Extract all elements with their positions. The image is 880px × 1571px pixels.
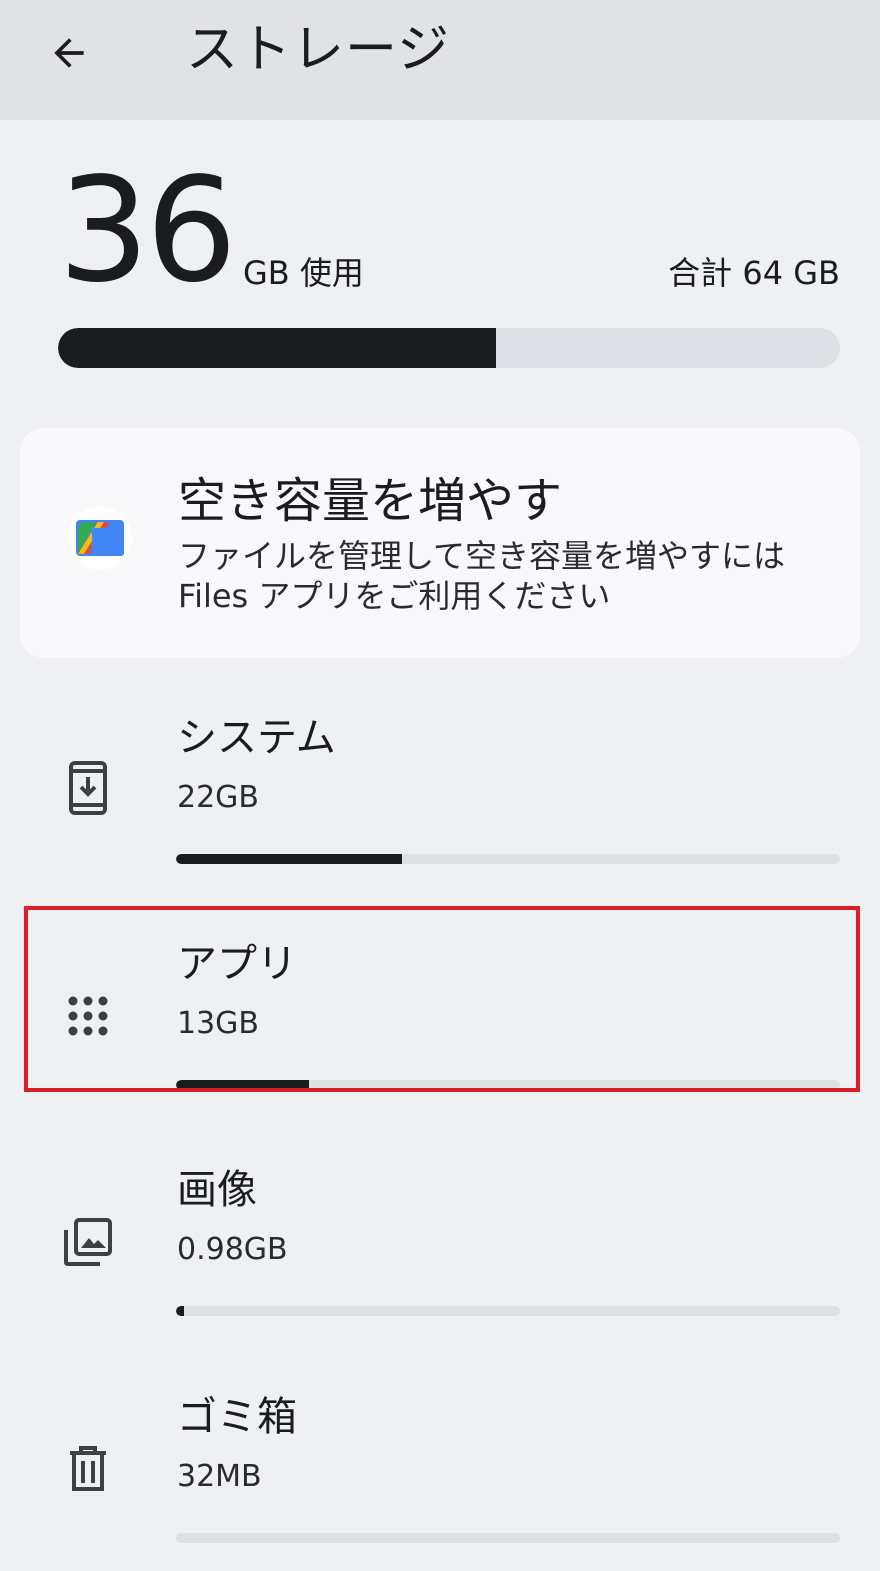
highlight-box [24,906,860,1092]
free-up-space-title: 空き容量を増やす [178,473,563,529]
storage-item-size: 32MB [177,1459,262,1494]
storage-usage-bar-fill [58,328,496,368]
arrow-left-icon [54,38,84,68]
photo-library-icon [60,1214,116,1270]
total-storage: 合計 64 GB [668,254,840,292]
storage-item-bar-fill [176,1306,184,1316]
storage-item-images[interactable]: 画像 0.98GB [0,1164,880,1344]
storage-item-label: ゴミ箱 [177,1394,297,1440]
used-storage-unit: GB 使用 [243,254,364,292]
back-button[interactable] [40,24,98,82]
system-update-icon [60,760,116,816]
free-up-space-description: ファイルを管理して空き容量を増やすには Files アプリをご利用ください [178,537,786,615]
files-app-icon [68,506,132,570]
storage-item-system[interactable]: システム 22GB [0,712,880,892]
storage-item-label: 画像 [177,1167,257,1213]
used-storage-value: 36 [58,146,237,314]
app-bar: ストレージ [0,0,880,120]
storage-item-trash[interactable]: ゴミ箱 32MB [0,1391,880,1571]
storage-item-label: システム [177,715,336,761]
storage-item-size: 22GB [177,780,260,815]
storage-item-bar [176,854,840,864]
storage-item-size: 0.98GB [177,1232,288,1267]
storage-usage-bar [58,328,840,368]
storage-item-bar [176,1306,840,1316]
page-title: ストレージ [186,20,450,80]
trash-icon [60,1441,116,1497]
free-up-space-card[interactable]: 空き容量を増やす ファイルを管理して空き容量を増やすには Files アプリをご… [20,428,860,658]
storage-item-bar [176,1533,840,1543]
storage-item-bar-fill [176,854,402,864]
